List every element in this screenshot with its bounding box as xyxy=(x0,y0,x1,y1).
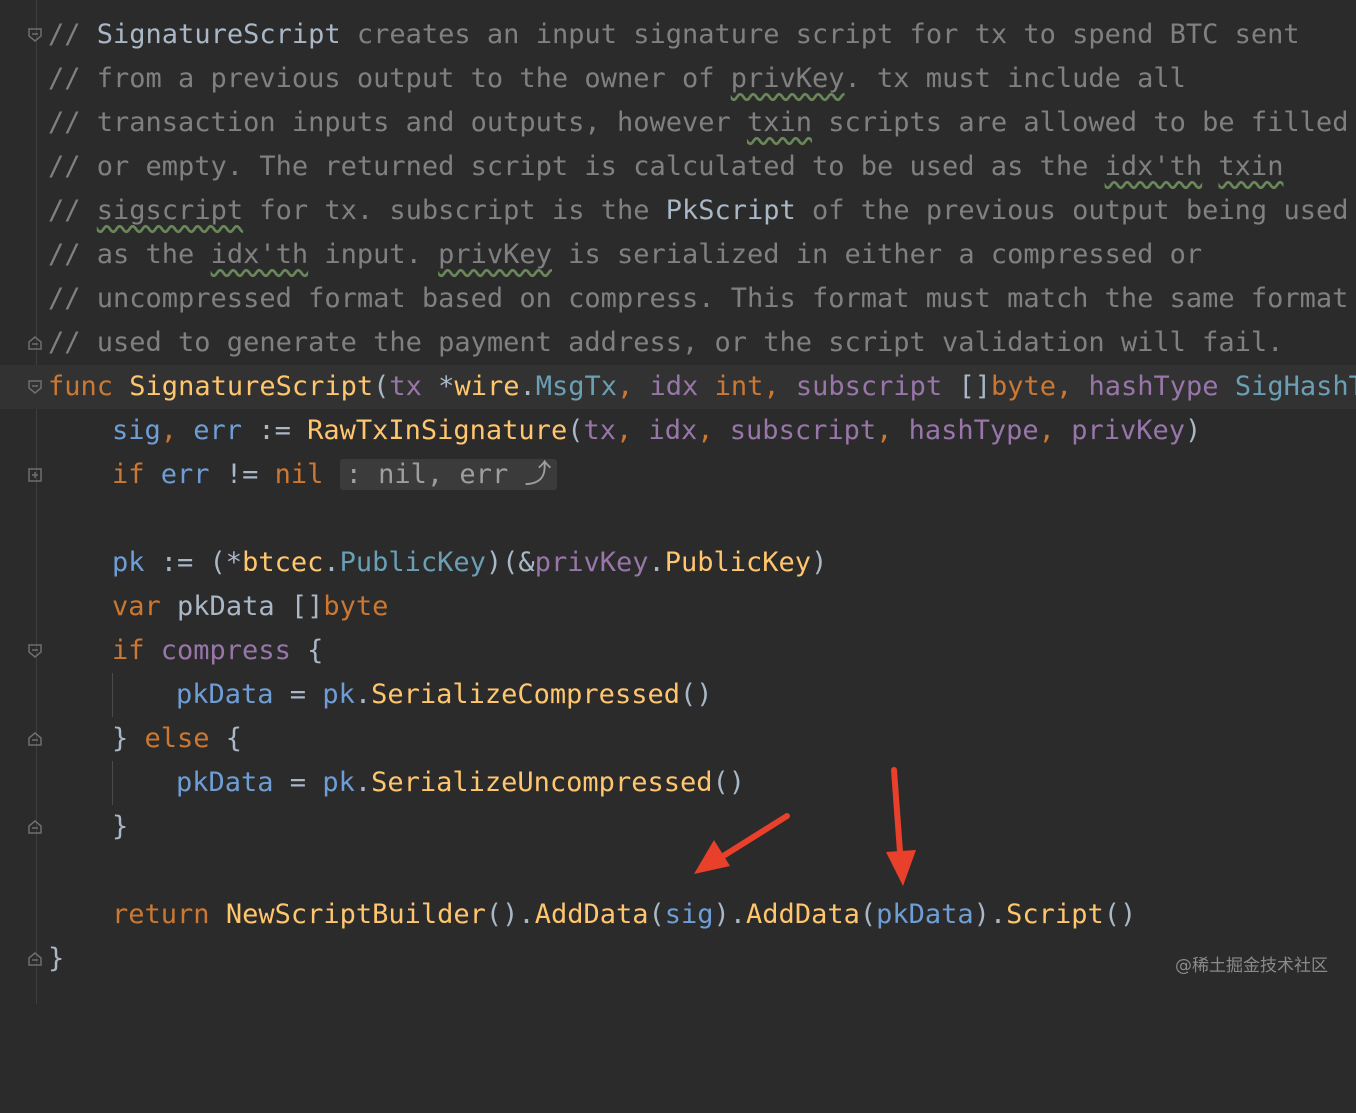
arrow-to-sig-icon xyxy=(694,813,790,874)
annotation-arrows xyxy=(694,767,916,886)
arrow-to-pkdata-icon xyxy=(886,767,916,886)
watermark: @稀土掘金技术社区 xyxy=(1175,956,1328,976)
